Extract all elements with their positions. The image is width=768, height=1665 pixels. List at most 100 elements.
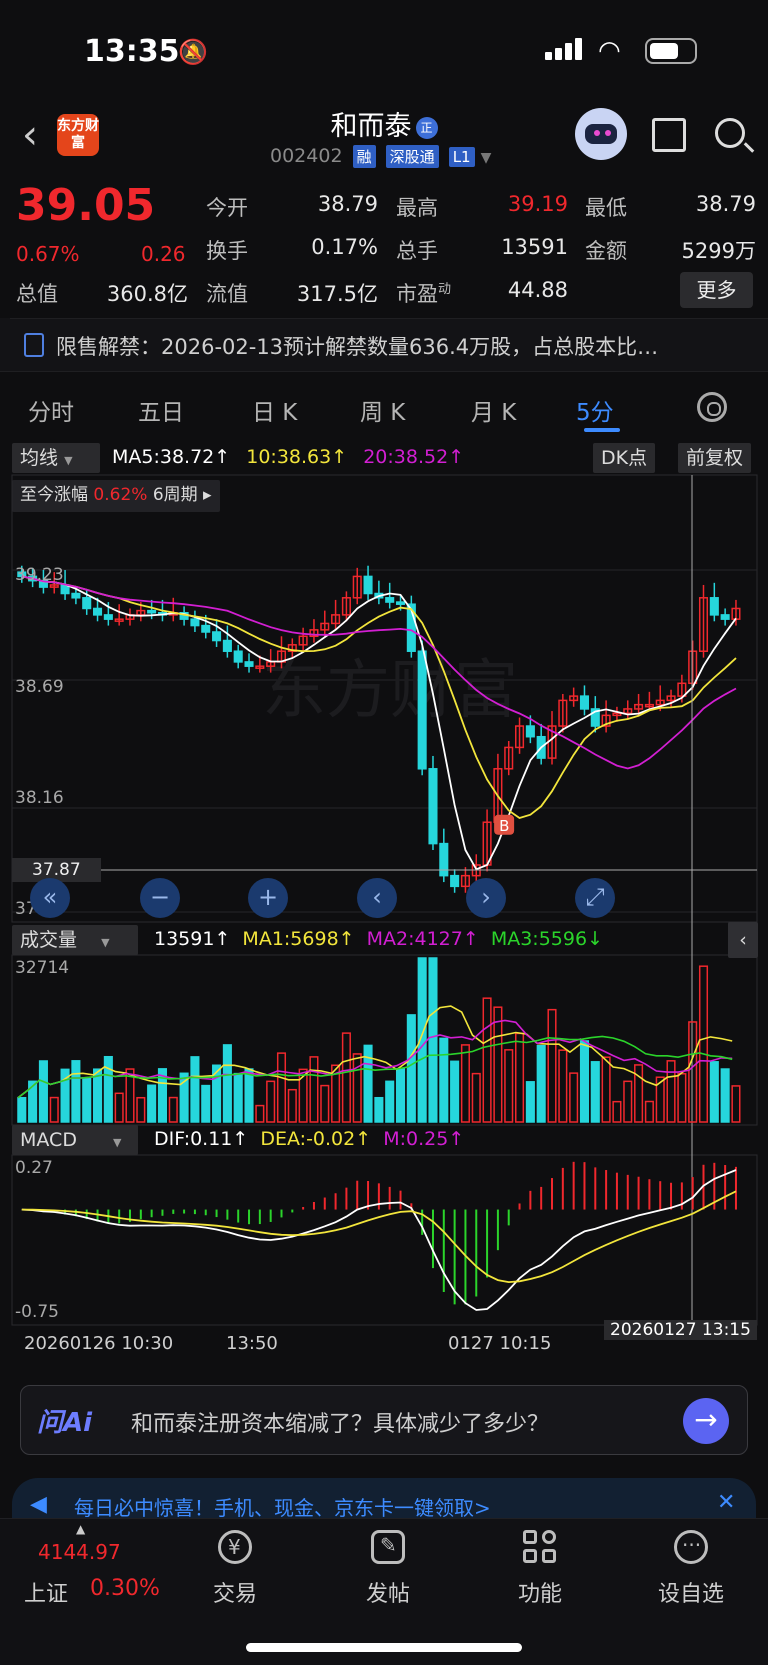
volume-bar — [233, 1072, 243, 1123]
volume-bar — [720, 1068, 730, 1123]
macd-dif: DIF:0.11 — [154, 1128, 233, 1150]
zoom-out-icon[interactable]: − — [140, 878, 180, 918]
candle-body — [428, 768, 438, 845]
volume-bar — [471, 1072, 481, 1123]
volume-bar — [190, 1056, 200, 1123]
close-icon[interactable]: ✕ — [717, 1490, 735, 1515]
index-name[interactable]: 上证 — [24, 1576, 68, 1608]
candle-body — [385, 597, 395, 603]
volume-bar — [276, 1052, 287, 1123]
fullscreen-icon[interactable]: ⤢ — [575, 878, 615, 918]
buy-signal-label: B — [499, 817, 509, 835]
volume-bar — [709, 1061, 719, 1123]
volume-bar — [309, 1056, 319, 1123]
candle-body — [439, 842, 449, 877]
nav-functions[interactable]: 功能 — [500, 1576, 580, 1608]
vol-ma1: MA1:5698 — [242, 928, 339, 950]
volume-bar — [136, 1096, 146, 1123]
macd-dea: DEA:-0.02 — [260, 1128, 356, 1150]
macd-bottom-label: -0.75 — [15, 1302, 59, 1322]
volume-bar — [644, 1100, 654, 1123]
macd-top-label: 0.27 — [15, 1158, 53, 1178]
volume-bar — [374, 1096, 384, 1123]
volume-bar — [385, 1080, 395, 1123]
volume-bar — [71, 1060, 81, 1123]
scroll-left-fast-icon[interactable]: « — [30, 878, 70, 918]
zoom-in-icon[interactable]: + — [248, 878, 288, 918]
cursor-time-label: 20260127 13:15 — [604, 1320, 757, 1340]
candle-body — [395, 601, 406, 605]
trade-yen-icon[interactable]: ¥ — [218, 1530, 252, 1564]
vol-ma2: MA2:4127 — [366, 928, 463, 950]
volume-bar — [244, 1068, 254, 1123]
volume-bar — [114, 1092, 124, 1123]
volume-bar — [525, 1081, 535, 1123]
macd-values: DIF:0.11↑ DEA:-0.02↑ M:0.25↑ — [154, 1128, 465, 1150]
time-tick-1: 13:50 — [226, 1333, 278, 1354]
volume-bar — [255, 1104, 265, 1123]
vol-ma3: MA3:5596 — [490, 928, 588, 950]
watchlist-more-icon[interactable]: ··· — [674, 1530, 708, 1564]
volume-bar — [168, 1096, 178, 1123]
arrow-right-icon[interactable]: → — [683, 1398, 729, 1444]
candle-body — [363, 575, 373, 595]
volume-max-label: 32714 — [15, 958, 70, 978]
candle-body — [720, 614, 730, 620]
vol-ma1-line — [17, 1005, 733, 1099]
index-value: 4144.97 — [38, 1540, 121, 1564]
volume-select[interactable]: 成交量 ▼ — [12, 925, 138, 955]
candlestick-chart[interactable]: 东方财富 B — [0, 0, 768, 1360]
nav-trade[interactable]: 交易 — [195, 1576, 275, 1608]
volume-bar — [666, 1060, 676, 1123]
volume-bar — [688, 1021, 698, 1123]
macd-m: M:0.25 — [383, 1128, 449, 1150]
candle-body — [450, 874, 460, 888]
candle-body — [71, 592, 81, 599]
volume-bar — [731, 1085, 741, 1123]
volume-bar — [482, 997, 492, 1123]
time-tick-2: 0127 10:15 — [448, 1333, 552, 1354]
candle-body — [190, 618, 200, 627]
megaphone-icon: ◀ — [30, 1492, 47, 1517]
volume-current: 13591 — [154, 928, 215, 950]
post-edit-icon[interactable]: ✎ — [371, 1530, 405, 1564]
candle-body — [103, 614, 113, 620]
caret-up-icon: ▲ — [76, 1522, 86, 1536]
time-tick-0: 20260126 10:30 — [24, 1333, 174, 1354]
price-tick-2: 38.16 — [15, 788, 64, 808]
promo-text: 每日必中惊喜！手机、现金、京东卡一键领取> — [74, 1496, 491, 1520]
volume-bar — [320, 1084, 330, 1123]
candle-body — [244, 661, 254, 667]
ask-ai-bar[interactable]: 问Ai 和而泰注册资本缩减了？具体减少了多少？ → — [20, 1385, 748, 1455]
volume-bar — [49, 1096, 59, 1123]
volume-bar — [341, 1032, 351, 1123]
functions-grid-icon[interactable] — [523, 1530, 557, 1564]
nav-post[interactable]: 发帖 — [348, 1576, 428, 1608]
volume-bar — [450, 1060, 460, 1123]
vol-ma3-line — [17, 1035, 733, 1099]
volume-bar — [698, 965, 709, 1123]
index-percent: 0.30% — [90, 1576, 160, 1601]
macd-panel-frame — [11, 1154, 758, 1326]
volume-values: 13591↑ MA1:5698↑ MA2:4127↑ MA3:5596↓ — [154, 928, 603, 950]
volume-bar — [222, 1044, 232, 1123]
volume-bar — [82, 1076, 92, 1123]
price-tick-1: 38.69 — [15, 677, 64, 697]
volume-bar — [287, 1088, 297, 1123]
scroll-left-icon[interactable]: ‹ — [357, 878, 397, 918]
volume-bar — [352, 1053, 362, 1123]
macd-select[interactable]: MACD ▼ — [12, 1125, 138, 1155]
volume-bar — [677, 1073, 687, 1123]
volume-bar — [558, 1049, 568, 1123]
price-tick-0: 39.23 — [15, 565, 64, 585]
collapse-panel-icon[interactable]: ‹ — [728, 922, 758, 958]
ask-ai-question: 和而泰注册资本缩减了？具体减少了多少？ — [131, 1412, 550, 1437]
scroll-right-icon[interactable]: › — [466, 878, 506, 918]
volume-bar — [590, 1061, 600, 1123]
volume-bar — [547, 1008, 557, 1123]
nav-watchlist[interactable]: 设自选 — [651, 1576, 731, 1608]
volume-bar — [406, 1014, 416, 1123]
candle-body — [82, 597, 92, 610]
volume-bar — [201, 1084, 211, 1123]
candle-body — [233, 650, 243, 663]
